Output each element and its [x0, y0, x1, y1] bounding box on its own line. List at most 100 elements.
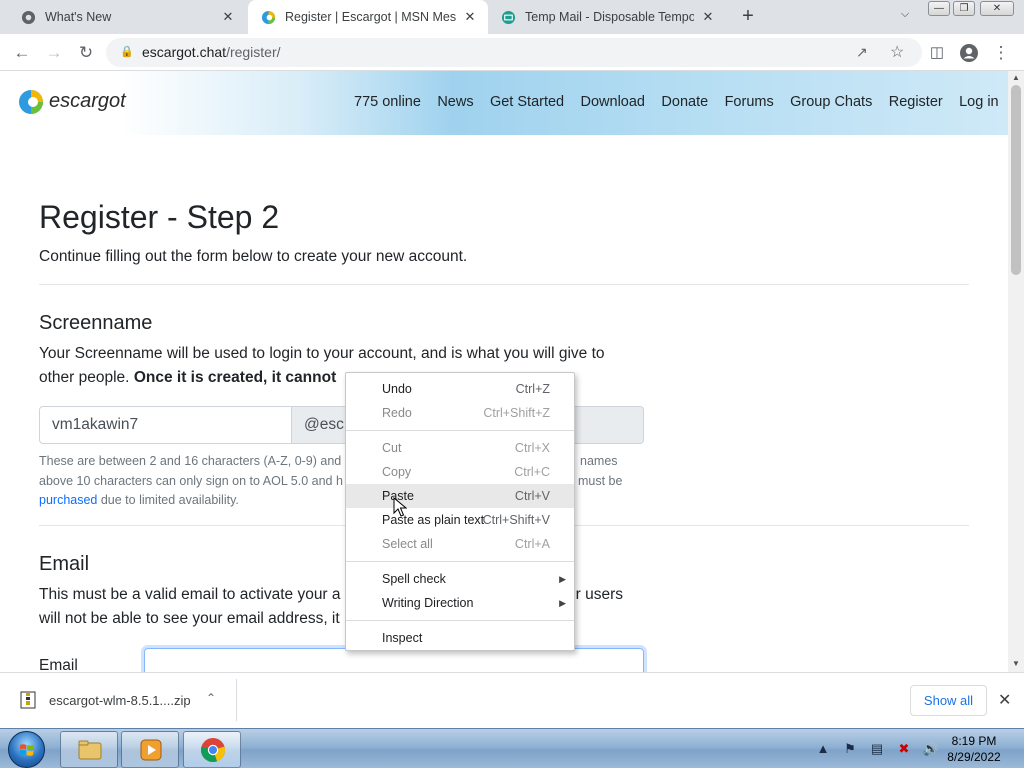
nav-download[interactable]: Download — [581, 94, 646, 110]
windows-taskbar: ▲ ⚑ ▤ ✖ 🔊 8:19 PM 8/29/2022 — [0, 728, 1024, 768]
tab-strip: What's New ✕ Register | Escargot | MSN M… — [0, 0, 1024, 34]
browser-toolbar: ← → ↻ 🔒 escargot.chat/register/ ↗ ☆ ◫ ⋮ — [0, 34, 1024, 71]
help-line-1: These are between 2 and 16 characters (A… — [39, 454, 356, 468]
tab-title: Register | Escargot | MSN Messenger — [285, 10, 456, 24]
windows-logo-icon — [19, 744, 34, 756]
network-icon[interactable]: ▤ — [868, 741, 886, 757]
taskbar-media-player-button[interactable] — [121, 731, 179, 768]
taskbar-chrome-button[interactable] — [183, 731, 241, 768]
menu-item-cut[interactable]: Cut Ctrl+X — [346, 436, 574, 460]
lock-icon[interactable]: 🔒 — [120, 45, 134, 58]
email-input[interactable] — [144, 648, 644, 672]
nav-online-count[interactable]: 775 online — [354, 94, 421, 110]
close-icon[interactable]: ✕ — [998, 690, 1011, 710]
email-desc-line-1b: er users — [567, 586, 623, 603]
menu-item-undo[interactable]: Undo Ctrl+Z — [346, 377, 574, 401]
share-icon[interactable]: ↗ — [856, 44, 868, 61]
show-all-button[interactable]: Show all — [910, 685, 987, 716]
page-scrollbar[interactable]: ▲ ▼ — [1008, 71, 1024, 672]
escargot-favicon-icon — [260, 9, 276, 25]
close-icon[interactable]: ✕ — [220, 9, 236, 25]
page-title: Register - Step 2 — [39, 199, 280, 235]
tab-title: What's New — [45, 10, 112, 24]
close-icon[interactable]: ✕ — [700, 9, 716, 25]
nav-news[interactable]: News — [437, 94, 473, 110]
chevron-down-icon[interactable]: ⌵ — [896, 8, 914, 26]
email-desc-line-1: This must be a valid email to activate y… — [39, 586, 341, 603]
help-line-2b: must be — [578, 473, 623, 488]
nav-get-started[interactable]: Get Started — [490, 94, 564, 110]
email-label: Email — [39, 657, 78, 672]
system-clock[interactable]: 8:19 PM 8/29/2022 — [935, 733, 1013, 765]
minimize-button[interactable]: — — [928, 1, 950, 16]
profile-icon[interactable] — [958, 42, 980, 64]
context-menu: Undo Ctrl+Z Redo Ctrl+Shift+Z Cut Ctrl+X Co… — [345, 372, 575, 651]
download-shelf: escargot-wlm-8.5.1....zip ⌃ Show all ✕ — [0, 672, 1024, 728]
menu-item-redo[interactable]: Redo Ctrl+Shift+Z — [346, 401, 574, 425]
tab-whats-new[interactable]: What's New ✕ — [8, 0, 246, 34]
temp-mail-favicon-icon — [500, 9, 516, 25]
back-arrow-icon[interactable]: ← — [11, 42, 33, 64]
show-hidden-icons-icon[interactable]: ▲ — [814, 741, 832, 757]
escargot-logo-icon[interactable] — [18, 89, 44, 115]
action-center-icon[interactable]: ⚑ — [841, 741, 859, 757]
menu-item-label: Spell check — [382, 572, 446, 586]
help-line-2: above 10 characters can only sign on to … — [39, 473, 343, 488]
screenname-input[interactable]: vm1akawin7 — [39, 406, 292, 444]
tab-register[interactable]: Register | Escargot | MSN Messenger ✕ — [248, 0, 488, 34]
chrome-icon — [20, 9, 36, 25]
menu-item-inspect[interactable]: Inspect — [346, 626, 574, 650]
system-tray: ▲ ⚑ ▤ ✖ 🔊 — [814, 737, 949, 761]
side-panel-icon[interactable]: ◫ — [926, 42, 948, 64]
menu-item-shortcut: Ctrl+Shift+V — [482, 513, 550, 527]
nav-donate[interactable]: Donate — [661, 94, 708, 110]
menu-item-copy[interactable]: Copy Ctrl+C — [346, 460, 574, 484]
no-network-icon[interactable]: ✖ — [895, 741, 913, 757]
scroll-up-arrow-icon[interactable]: ▲ — [1008, 71, 1024, 85]
download-filename[interactable]: escargot-wlm-8.5.1....zip — [49, 693, 191, 708]
clock-date: 8/29/2022 — [947, 750, 1001, 764]
menu-item-spell-check[interactable]: Spell check ▶ — [346, 567, 574, 591]
nav-log-in[interactable]: Log in — [959, 94, 999, 110]
menu-item-paste-plain-text[interactable]: Paste as plain text Ctrl+Shift+V — [346, 508, 574, 532]
star-icon[interactable]: ☆ — [890, 42, 904, 62]
tab-temp-mail[interactable]: Temp Mail - Disposable Temporary Email ✕ — [488, 0, 726, 34]
menu-kebab-icon[interactable]: ⋮ — [990, 42, 1012, 64]
taskbar-explorer-button[interactable] — [60, 731, 118, 768]
mouse-cursor-icon — [393, 497, 407, 517]
menu-item-paste[interactable]: Paste Ctrl+V — [346, 484, 574, 508]
nav-register[interactable]: Register — [889, 94, 943, 110]
chevron-up-icon[interactable]: ⌃ — [206, 691, 216, 705]
menu-item-label: Select all — [382, 537, 433, 551]
scroll-down-arrow-icon[interactable]: ▼ — [1008, 657, 1024, 671]
forward-arrow-icon[interactable]: → — [43, 42, 65, 64]
start-button[interactable] — [8, 731, 45, 768]
submenu-arrow-icon: ▶ — [559, 574, 566, 584]
restore-button[interactable]: ❐ — [953, 1, 975, 16]
address-bar[interactable]: 🔒 escargot.chat/register/ ↗ ☆ — [106, 38, 922, 67]
menu-item-shortcut: Ctrl+X — [514, 441, 550, 455]
url-path: /register/ — [226, 44, 281, 60]
close-icon[interactable]: ✕ — [462, 9, 478, 25]
submenu-arrow-icon: ▶ — [559, 598, 566, 608]
help-line-1b: names — [580, 454, 618, 468]
new-tab-button[interactable]: + — [738, 6, 758, 26]
purchased-link[interactable]: purchased — [39, 493, 97, 507]
nav-forums[interactable]: Forums — [725, 94, 774, 110]
menu-item-select-all[interactable]: Select all Ctrl+A — [346, 532, 574, 556]
page-lead: Continue filling out the form below to c… — [39, 248, 468, 265]
nav-group-chats[interactable]: Group Chats — [790, 94, 872, 110]
site-brand[interactable]: escargot — [49, 90, 126, 113]
menu-item-writing-direction[interactable]: Writing Direction ▶ — [346, 591, 574, 615]
scrollbar-thumb[interactable] — [1011, 85, 1021, 275]
email-heading: Email — [39, 553, 90, 575]
menu-separator — [346, 430, 574, 431]
help-line-3: due to limited availability. — [97, 493, 239, 507]
site-nav: 775 online News Get Started Download Don… — [354, 94, 1008, 110]
reload-icon[interactable]: ↻ — [75, 42, 97, 64]
menu-separator — [346, 620, 574, 621]
screenname-heading: Screenname — [39, 312, 153, 334]
menu-item-label: Copy — [382, 465, 412, 479]
zip-file-icon[interactable] — [20, 691, 36, 709]
window-close-button[interactable]: ✕ — [980, 1, 1014, 16]
